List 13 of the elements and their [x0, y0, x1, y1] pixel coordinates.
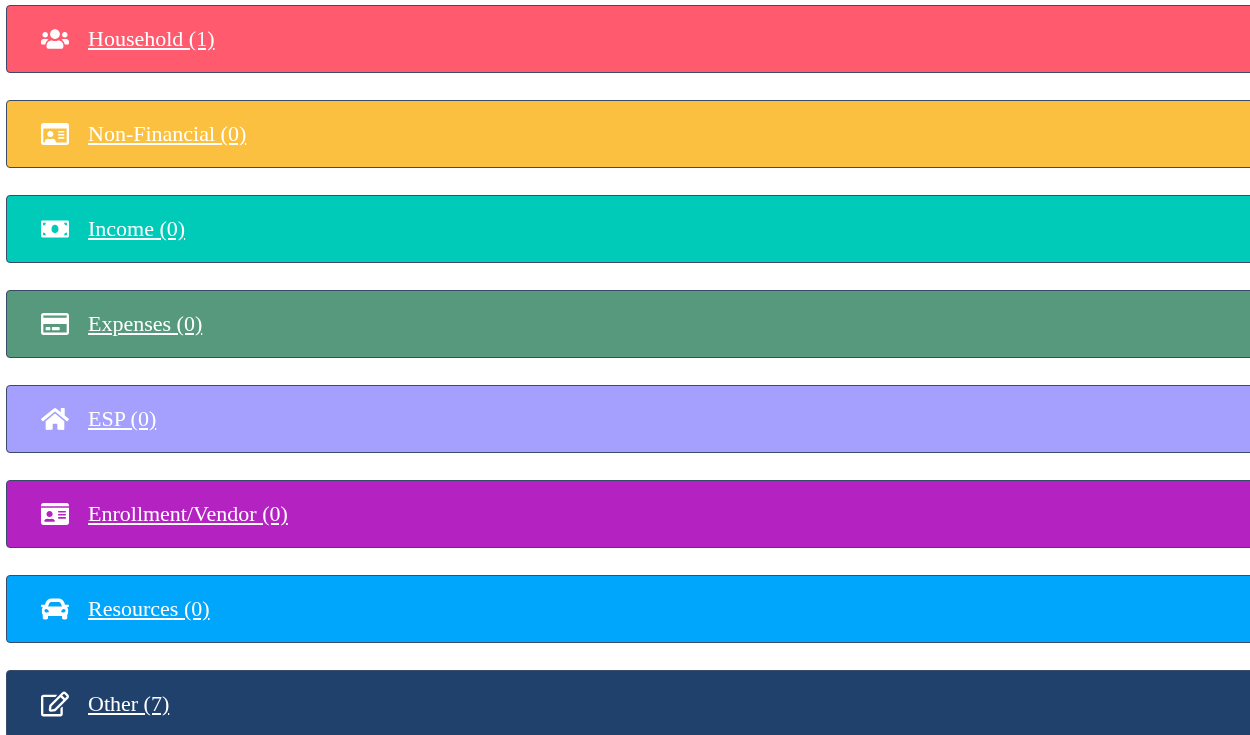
category-link[interactable]: Enrollment/Vendor (0) — [88, 501, 288, 527]
category-link[interactable]: Expenses (0) — [88, 311, 203, 337]
id-card-icon — [40, 500, 70, 528]
id-card-icon — [40, 120, 70, 148]
category-link[interactable]: ESP (0) — [88, 406, 157, 432]
category-link[interactable]: Non-Financial (0) — [88, 121, 247, 147]
category-link[interactable]: Income (0) — [88, 216, 186, 242]
home-icon — [40, 405, 70, 433]
credit-card-icon — [40, 310, 70, 338]
category-link[interactable]: Other (7) — [88, 691, 170, 717]
category-link[interactable]: Household (1) — [88, 26, 215, 52]
edit-icon — [40, 690, 70, 718]
category-link[interactable]: Resources (0) — [88, 596, 210, 622]
